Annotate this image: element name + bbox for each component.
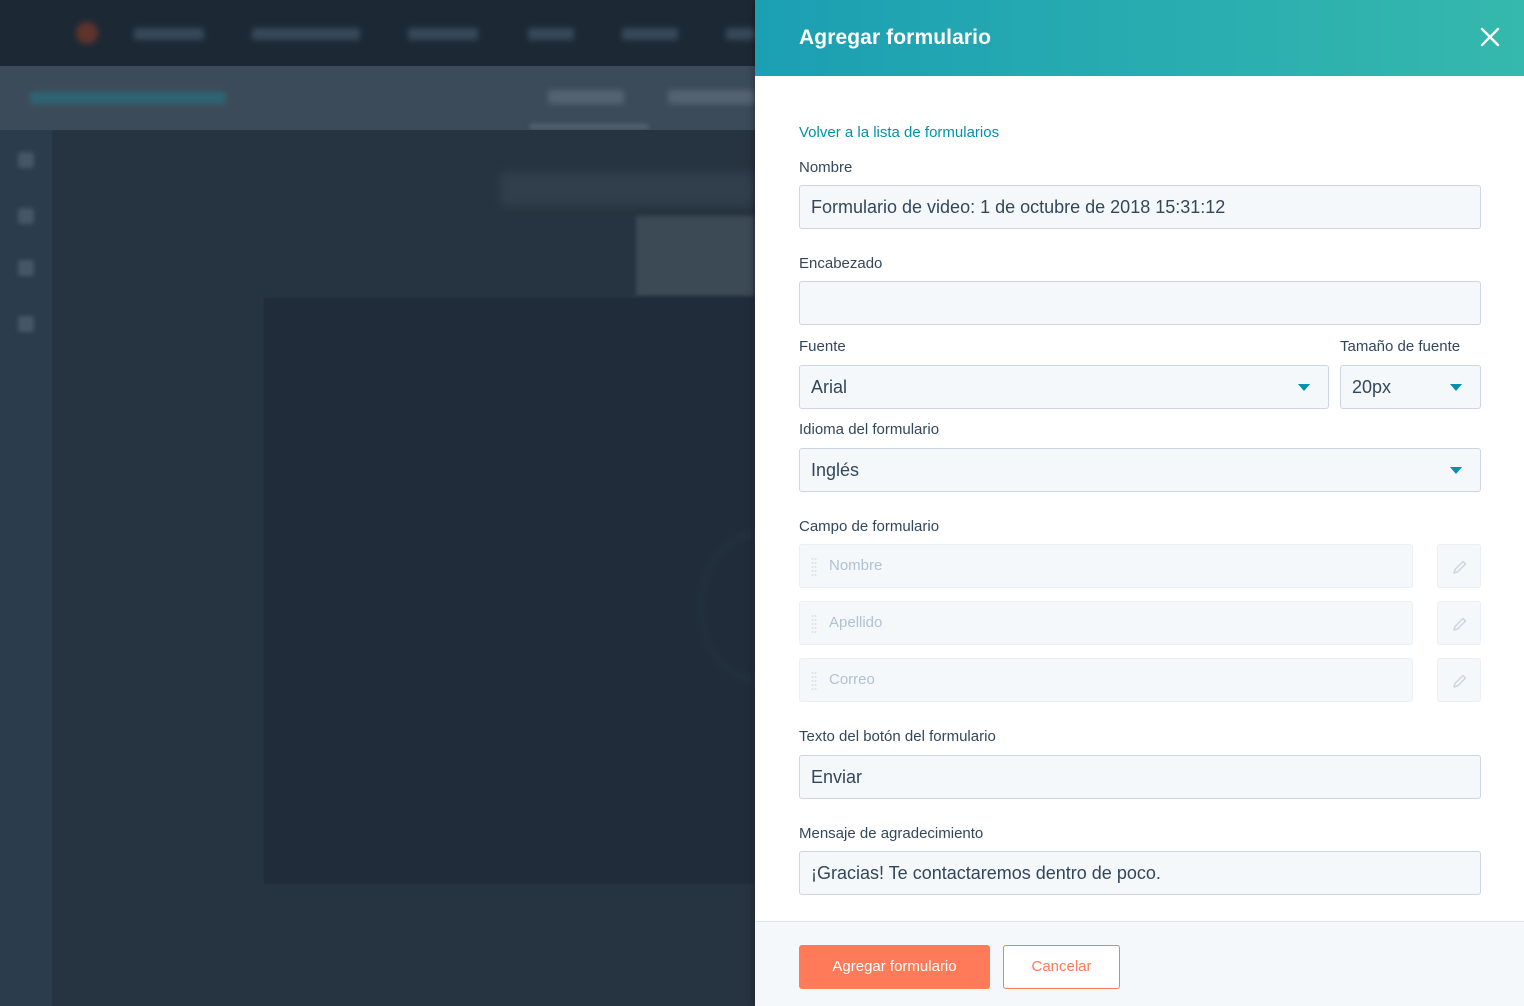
font-size-select[interactable]: 20px xyxy=(1340,365,1481,409)
font-label: Fuente xyxy=(799,338,846,355)
form-field-item: Nombre xyxy=(799,544,1413,588)
panel-footer: Agregar formulario Cancelar xyxy=(755,921,1524,1006)
pencil-icon xyxy=(1453,560,1467,574)
drag-handle-icon xyxy=(811,557,817,577)
pencil-icon xyxy=(1453,617,1467,631)
button-text-label: Texto del botón del formulario xyxy=(799,728,996,745)
form-field-item-label: Apellido xyxy=(829,614,883,631)
edit-field-button xyxy=(1437,658,1481,702)
close-button[interactable] xyxy=(1475,22,1505,52)
caret-down-icon xyxy=(1450,384,1462,391)
name-label: Nombre xyxy=(799,159,853,176)
button-text-input[interactable]: Enviar xyxy=(799,755,1481,799)
back-to-forms-link[interactable]: Volver a la lista de formularios xyxy=(799,124,999,141)
language-label: Idioma del formulario xyxy=(799,421,940,438)
caret-down-icon xyxy=(1298,384,1310,391)
thanks-message-label: Mensaje de agradecimiento xyxy=(799,825,984,842)
font-select-value: Arial xyxy=(811,377,848,397)
form-field-item-label: Nombre xyxy=(829,557,883,574)
font-size-label: Tamaño de fuente xyxy=(1340,338,1461,355)
form-field-item: Correo xyxy=(799,658,1413,702)
pencil-icon xyxy=(1453,674,1467,688)
panel-header: Agregar formulario xyxy=(755,0,1524,76)
name-input[interactable]: Formulario de video: 1 de octubre de 201… xyxy=(799,185,1481,229)
font-size-select-value: 20px xyxy=(1352,377,1392,397)
language-select-value: Inglés xyxy=(811,460,860,480)
drag-handle-icon xyxy=(811,671,817,691)
edit-field-button xyxy=(1437,544,1481,588)
add-form-panel: Agregar formulario Volver a la lista de … xyxy=(755,0,1524,1006)
form-fields-label: Campo de formulario xyxy=(799,518,940,535)
close-icon xyxy=(1480,27,1500,47)
thanks-message-input[interactable]: ¡Gracias! Te contactaremos dentro de poc… xyxy=(799,851,1481,895)
drag-handle-icon xyxy=(811,614,817,634)
add-form-button[interactable]: Agregar formulario xyxy=(799,945,990,989)
background-app xyxy=(0,0,755,1006)
edit-field-button xyxy=(1437,601,1481,645)
heading-label: Encabezado xyxy=(799,255,883,272)
panel-title: Agregar formulario xyxy=(799,26,991,49)
form-field-item-label: Correo xyxy=(829,671,875,688)
cancel-button[interactable]: Cancelar xyxy=(1003,945,1120,989)
form-field-item: Apellido xyxy=(799,601,1413,645)
heading-input[interactable] xyxy=(799,281,1481,325)
caret-down-icon xyxy=(1450,467,1462,474)
font-select[interactable]: Arial xyxy=(799,365,1329,409)
language-select[interactable]: Inglés xyxy=(799,448,1481,492)
modal-overlay[interactable] xyxy=(0,0,755,1006)
